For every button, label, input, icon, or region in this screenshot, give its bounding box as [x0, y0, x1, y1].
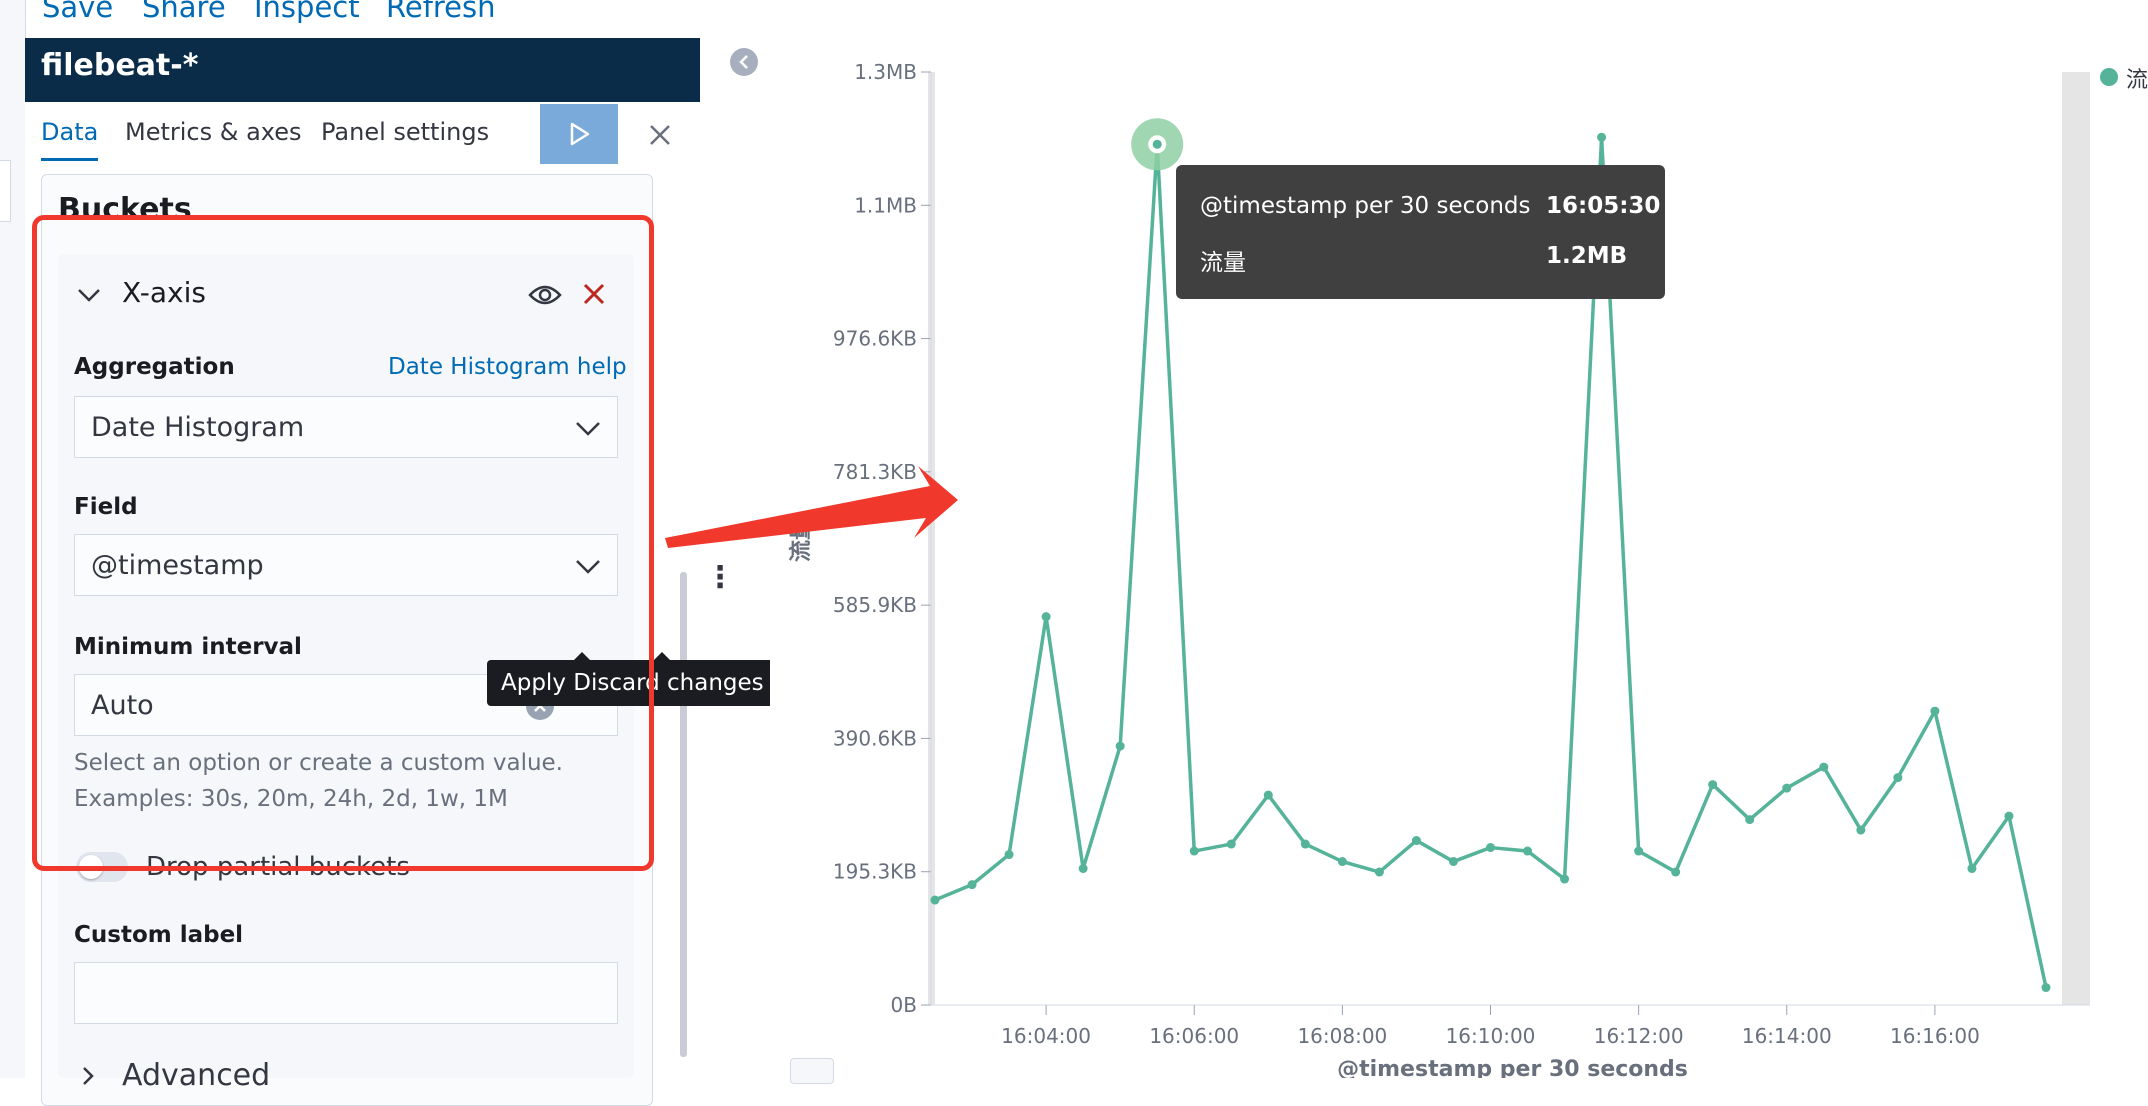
- data-point[interactable]: [930, 895, 940, 905]
- data-point[interactable]: [967, 880, 977, 890]
- data-point[interactable]: [1967, 864, 1977, 874]
- data-point[interactable]: [1745, 815, 1755, 825]
- data-point[interactable]: [1560, 874, 1570, 884]
- data-point[interactable]: [1819, 762, 1829, 772]
- data-point[interactable]: [1523, 846, 1533, 856]
- data-point[interactable]: [1411, 836, 1421, 846]
- data-point[interactable]: [1671, 867, 1681, 877]
- data-point[interactable]: [1041, 612, 1051, 622]
- y-tick-label: 976.6KB: [833, 327, 917, 351]
- x-tick-label: 16:04:00: [1001, 1024, 1091, 1048]
- x-tick-label: 16:16:00: [1890, 1024, 1980, 1048]
- x-tick-label: 16:06:00: [1149, 1024, 1239, 1048]
- tooltip-key-2: 流量: [1200, 250, 1246, 276]
- data-point[interactable]: [1263, 790, 1273, 800]
- y-tick-label: 781.3KB: [833, 460, 917, 484]
- data-point[interactable]: [2004, 811, 2014, 821]
- data-point[interactable]: [1597, 132, 1607, 142]
- legend-toggle-button[interactable]: [790, 1058, 834, 1084]
- data-point[interactable]: [1634, 846, 1644, 856]
- x-axis-title: @timestamp per 30 seconds: [1337, 1057, 1688, 1078]
- data-point[interactable]: [1078, 864, 1088, 874]
- data-point[interactable]: [2041, 983, 2051, 993]
- data-point[interactable]: [1448, 857, 1458, 867]
- data-point[interactable]: [1782, 783, 1792, 793]
- line-chart: 0B 195.3KB 390.6KB 585.9KB 781.3KB 976.6KB 1.1…: [665, 60, 2090, 1078]
- data-point[interactable]: [1300, 839, 1310, 849]
- data-point[interactable]: [1226, 839, 1236, 849]
- y-tick-label: 1.1MB: [854, 193, 917, 217]
- data-point[interactable]: [1189, 846, 1199, 856]
- data-point[interactable]: [1374, 867, 1384, 877]
- y-tick-label: 0B: [891, 993, 917, 1017]
- data-point[interactable]: [1930, 706, 1940, 716]
- data-point[interactable]: [1004, 850, 1014, 860]
- legend-dot: [2100, 68, 2118, 86]
- data-point[interactable]: [1856, 825, 1866, 835]
- chart-tooltip: @timestamp per 30 seconds 16:05:30 流量 1.…: [1176, 165, 1665, 299]
- tooltip-value-2: 1.2MB: [1546, 243, 1628, 269]
- x-tick-label: 16:14:00: [1742, 1024, 1832, 1048]
- x-tick-label: 16:10:00: [1446, 1024, 1536, 1048]
- highlighted-point-core: [1152, 139, 1162, 149]
- y-tick-label: 1.3MB: [854, 60, 917, 84]
- data-point[interactable]: [1337, 857, 1347, 867]
- tooltip-key-1: @timestamp per 30 seconds: [1200, 193, 1531, 219]
- x-tick-label: 16:12:00: [1594, 1024, 1684, 1048]
- data-point[interactable]: [1115, 741, 1125, 751]
- y-tick-label: 195.3KB: [833, 860, 917, 884]
- x-tick-label: 16:08:00: [1297, 1024, 1387, 1048]
- data-point[interactable]: [1708, 780, 1718, 790]
- legend-label[interactable]: 流: [2126, 62, 2148, 94]
- chart-edge-band: [2062, 72, 2090, 1005]
- data-point[interactable]: [1893, 773, 1903, 783]
- tooltip-value-1: 16:05:30: [1546, 193, 1661, 219]
- y-tick-label: 390.6KB: [833, 726, 917, 750]
- y-tick-label: 585.9KB: [833, 593, 917, 617]
- data-point[interactable]: [1486, 843, 1495, 853]
